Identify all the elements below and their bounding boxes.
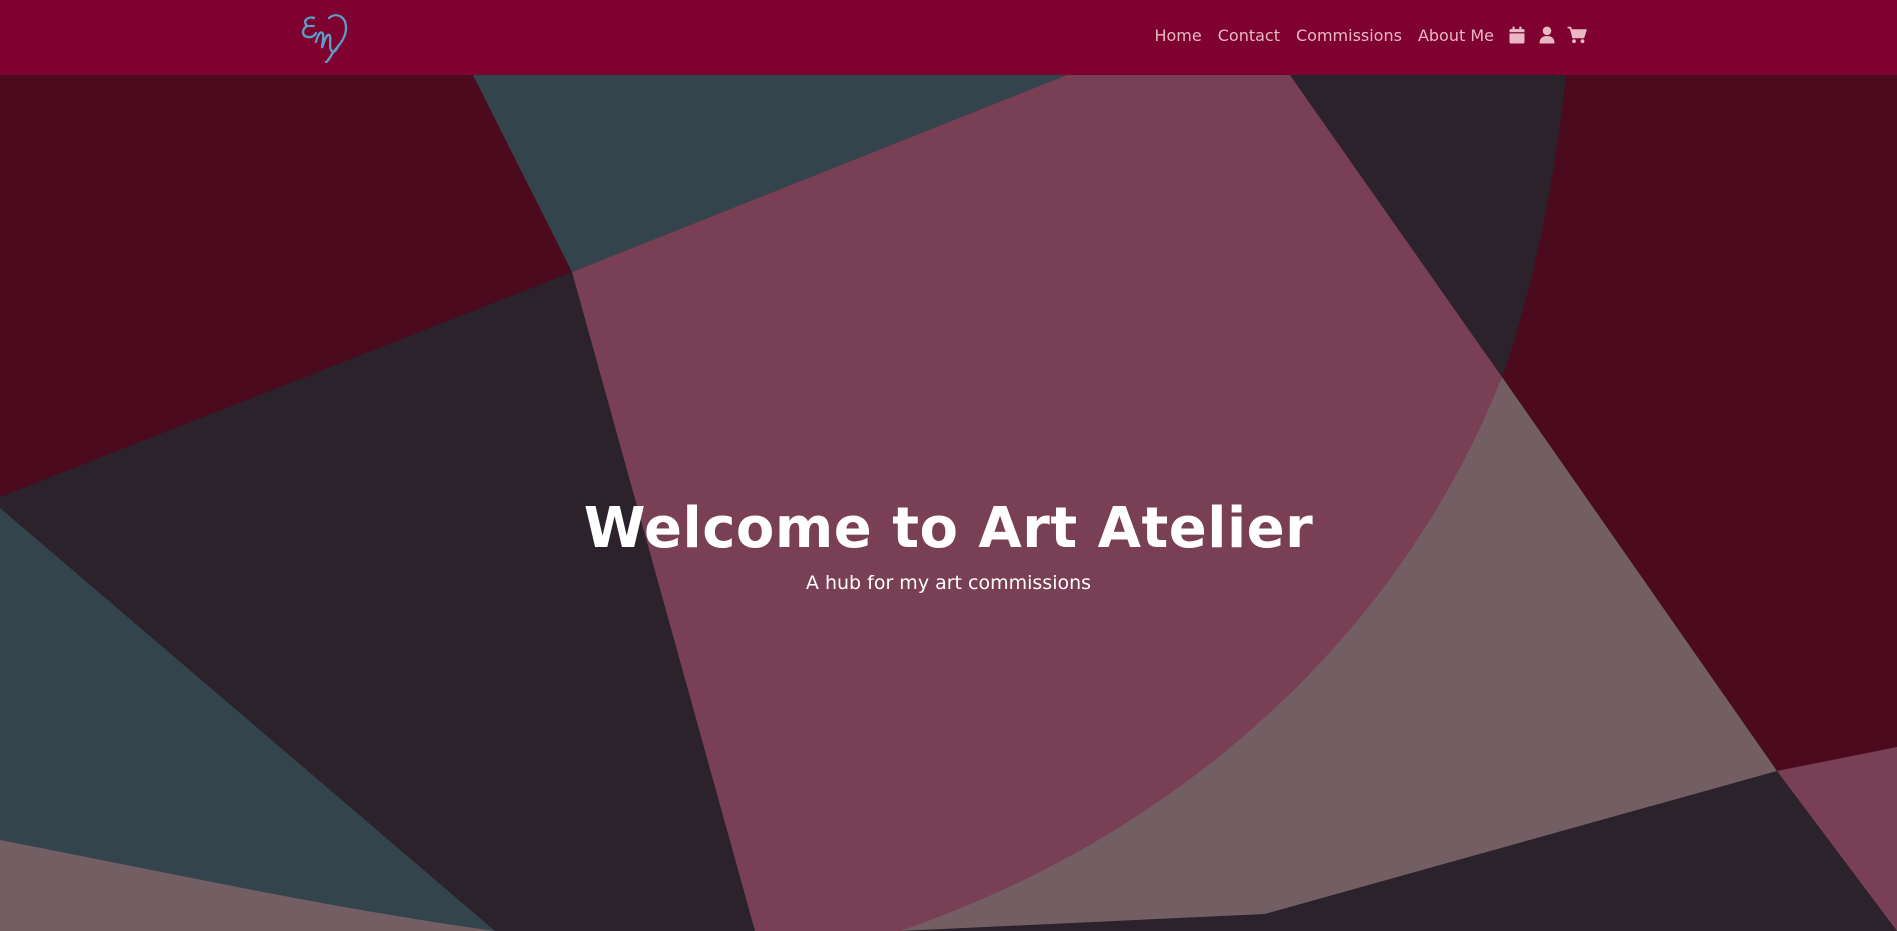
nav-link-commissions[interactable]: Commissions bbox=[1288, 26, 1410, 45]
navbar: Home Contact Commissions About Me bbox=[0, 0, 1897, 75]
shopping-cart-icon[interactable] bbox=[1565, 23, 1589, 47]
user-icon[interactable] bbox=[1535, 23, 1559, 47]
nav-link-contact[interactable]: Contact bbox=[1210, 26, 1288, 45]
main-nav: Home Contact Commissions About Me bbox=[1146, 0, 1592, 70]
hero-subtitle: A hub for my art commissions bbox=[805, 572, 1092, 595]
nav-link-home[interactable]: Home bbox=[1146, 26, 1209, 45]
hero-text: Welcome to Art Atelier A hub for my art … bbox=[0, 495, 1897, 594]
hero-title: Welcome to Art Atelier bbox=[583, 496, 1314, 561]
hero-section: Welcome to Art Atelier A hub for my art … bbox=[0, 75, 1897, 931]
logo-icon[interactable] bbox=[296, 6, 354, 64]
nav-link-about-me[interactable]: About Me bbox=[1410, 26, 1502, 45]
calendar-icon[interactable] bbox=[1505, 23, 1529, 47]
